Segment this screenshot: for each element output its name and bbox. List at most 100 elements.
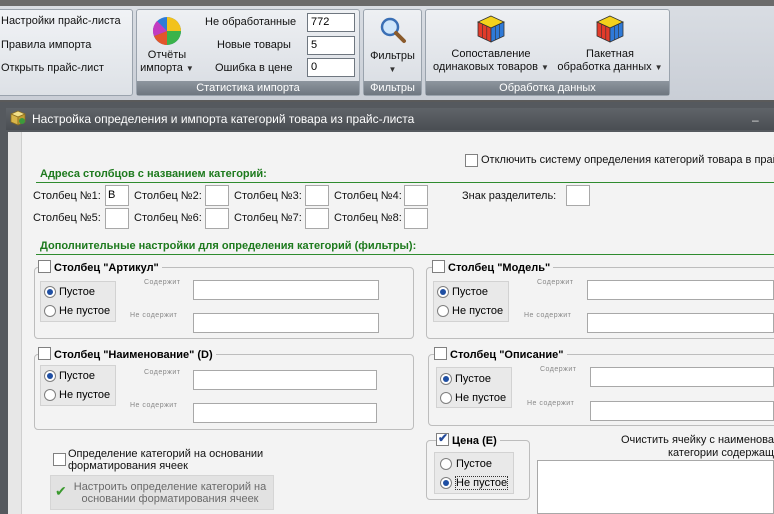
name-radio-empty-label: Пустое [59, 370, 95, 382]
price-radio-empty-label: Пустое [456, 458, 492, 470]
description-radio-empty-label: Пустое [455, 373, 491, 385]
price-filter-checkbox[interactable] [436, 431, 449, 446]
formatting-label-1: Определение категорий на основании [68, 448, 264, 460]
model-radio-empty-label: Пустое [452, 286, 488, 298]
formatting-label-2: форматирования ячеек [68, 460, 188, 472]
stat-label-unprocessed: Не обработанные [205, 16, 297, 28]
clear-cell-textarea[interactable] [537, 460, 774, 514]
batch-processing-button[interactable]: Пакетная обработка данных ▼ [554, 14, 666, 78]
filters-dropdown-icon: ▼ [388, 65, 397, 74]
description-filter-header: Столбец "Описание" [434, 347, 567, 361]
stats-group-title: Статистика импорта [137, 81, 359, 95]
match-identical-items-button[interactable]: Сопоставление одинаковых товаров ▼ [430, 14, 552, 78]
price-radio-empty[interactable] [440, 458, 452, 470]
article-radio-empty[interactable] [44, 286, 56, 298]
name-filter-title: Столбец "Наименование" (D) [54, 349, 213, 361]
article-filter-title: Столбец "Артикул" [54, 262, 159, 274]
disable-system-label: Отключить систему определения категорий … [481, 154, 774, 166]
article-not-contains-input[interactable] [193, 313, 379, 333]
rubiks-cube-icon [596, 15, 624, 43]
addresses-section-title: Адреса столбцов с названием категорий: [40, 168, 267, 180]
separator-input[interactable] [566, 185, 590, 206]
article-filter-checkbox[interactable] [38, 260, 51, 273]
stat-value-price-error: 0 [307, 58, 355, 77]
article-radio-empty-label: Пустое [59, 286, 95, 298]
disable-system-checkbox[interactable] [465, 154, 478, 167]
name-radio-not-empty-label: Не пустое [59, 389, 111, 401]
model-radio-empty[interactable] [437, 286, 449, 298]
clear-cell-label-2: категории содержащ [668, 447, 774, 459]
column-8-input[interactable] [404, 208, 428, 229]
reports-label-1: Отчёты [147, 49, 187, 61]
magnifier-icon [380, 17, 406, 43]
batch-label-2: обработка данных ▼ [557, 61, 663, 73]
processing-group-title: Обработка данных [426, 81, 669, 95]
configure-formatting-label-1: Настроить определение категорий на [73, 481, 267, 493]
description-not-contains-label: Не содержит [527, 400, 575, 407]
import-reports-button[interactable]: Отчёты импорта ▼ [139, 14, 195, 80]
price-filter-title: Цена (E) [452, 435, 497, 447]
column-2-input[interactable] [205, 185, 229, 206]
filters-group-title: Фильтры [364, 81, 421, 95]
article-radio-not-empty[interactable] [44, 305, 56, 317]
batch-label-1: Пакетная [586, 48, 634, 60]
price-radio-not-empty-label: Не пустое [454, 476, 509, 490]
stat-label-price-error: Ошибка в цене [215, 62, 293, 74]
import-stats-group: Отчёты импорта ▼ Не обработанные 772 Нов… [136, 9, 360, 96]
formatting-checkbox[interactable] [53, 453, 66, 466]
column-6-input[interactable] [205, 208, 229, 229]
article-contains-label: Содержит [144, 279, 181, 286]
configure-formatting-button[interactable]: ✔ Настроить определение категорий на осн… [50, 475, 274, 510]
addresses-divider [36, 182, 774, 183]
name-not-contains-input[interactable] [193, 403, 377, 423]
ribbon: Настройки прайс-листа Правила импорта От… [0, 0, 774, 100]
column-1-label: Столбец №1: [33, 190, 101, 202]
model-not-contains-input[interactable] [587, 313, 774, 333]
description-not-contains-input[interactable] [590, 401, 774, 421]
name-radio-empty[interactable] [44, 370, 56, 382]
dialog-title[interactable]: Настройка определения и импорта категори… [6, 108, 774, 130]
filters-divider [36, 254, 774, 255]
model-filter-title: Столбец "Модель" [448, 262, 551, 274]
column-2-label: Столбец №2: [134, 190, 202, 202]
column-5-input[interactable] [105, 208, 129, 229]
model-contains-input[interactable] [587, 280, 774, 300]
name-contains-input[interactable] [193, 370, 377, 390]
menu-open-price-list[interactable]: Открыть прайс-лист [1, 62, 104, 74]
description-contains-label: Содержит [540, 366, 577, 373]
article-filter-header: Столбец "Артикул" [38, 260, 162, 274]
model-not-contains-label: Не содержит [524, 312, 572, 319]
name-filter-checkbox[interactable] [38, 347, 51, 360]
model-filter-header: Столбец "Модель" [432, 260, 554, 274]
column-4-input[interactable] [404, 185, 428, 206]
menu-import-rules[interactable]: Правила импорта [1, 39, 91, 51]
menu-price-list-settings[interactable]: Настройки прайс-листа [1, 15, 121, 27]
column-7-label: Столбец №7: [234, 212, 302, 224]
model-filter-checkbox[interactable] [432, 260, 445, 273]
article-contains-input[interactable] [193, 280, 379, 300]
column-1-input[interactable]: B [105, 185, 129, 206]
stat-value-unprocessed: 772 [307, 13, 355, 32]
filters-group: Фильтры ▼ Фильтры [363, 9, 422, 96]
description-radio-empty[interactable] [440, 373, 452, 385]
column-3-input[interactable] [305, 185, 329, 206]
name-filter-header: Столбец "Наименование" (D) [38, 347, 216, 361]
description-filter-checkbox[interactable] [434, 347, 447, 360]
column-7-input[interactable] [305, 208, 329, 229]
match-label-2: одинаковых товаров ▼ [433, 61, 549, 73]
name-radio-not-empty[interactable] [44, 389, 56, 401]
data-processing-group: Сопоставление одинаковых товаров ▼ Пакет… [425, 9, 670, 96]
minimize-icon[interactable]: – [752, 113, 759, 127]
model-radio-not-empty-label: Не пустое [452, 305, 504, 317]
column-4-label: Столбец №4: [334, 190, 402, 202]
model-radio-not-empty[interactable] [437, 305, 449, 317]
green-check-icon: ✔ [55, 483, 67, 499]
separator-label: Знак разделитель: [462, 190, 557, 202]
article-not-contains-label: Не содержит [130, 312, 178, 319]
filters-button[interactable]: Фильтры ▼ [366, 16, 419, 78]
description-radio-not-empty[interactable] [440, 392, 452, 404]
package-icon [10, 110, 26, 126]
price-radio-not-empty[interactable] [440, 477, 452, 489]
column-5-label: Столбец №5: [33, 212, 101, 224]
description-contains-input[interactable] [590, 367, 774, 387]
